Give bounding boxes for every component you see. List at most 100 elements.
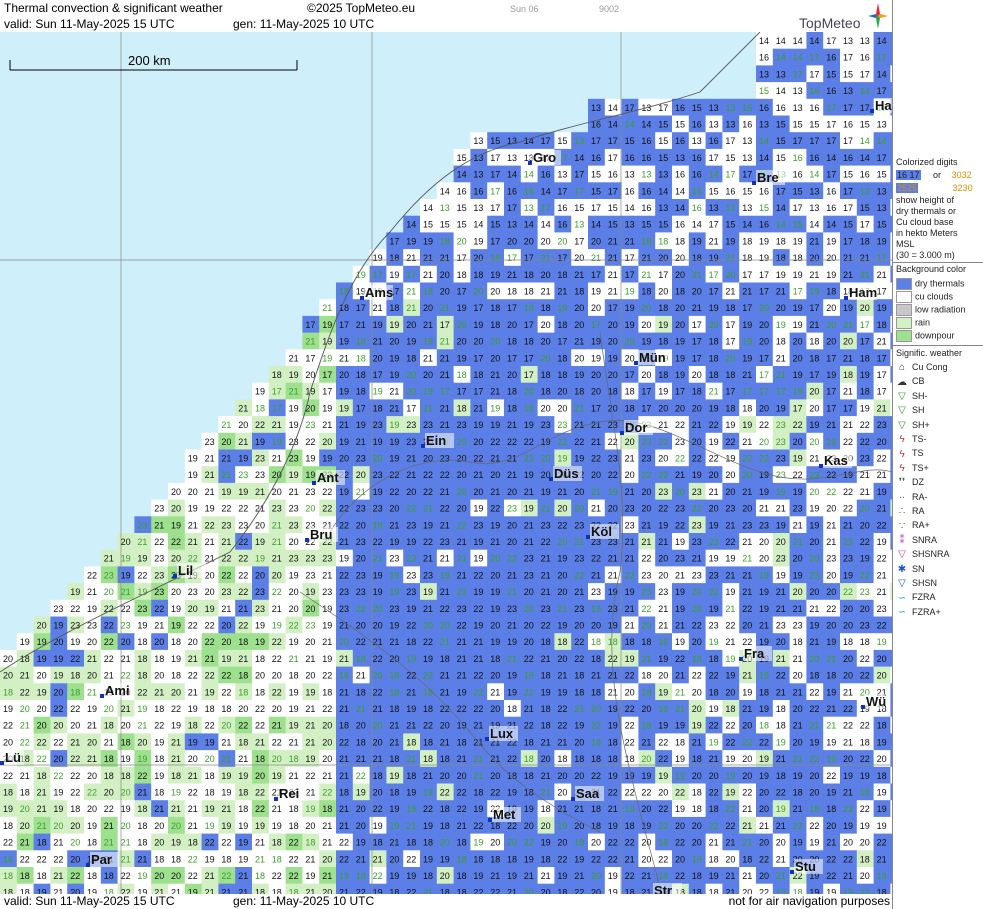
svg-text:20: 20: [339, 370, 349, 380]
svg-text:22: 22: [709, 821, 719, 831]
svg-text:18: 18: [490, 654, 500, 664]
svg-text:19: 19: [389, 621, 399, 631]
svg-text:18: 18: [3, 871, 13, 881]
svg-text:17: 17: [524, 370, 534, 380]
svg-text:19: 19: [725, 754, 735, 764]
svg-text:20: 20: [809, 437, 819, 447]
svg-text:20: 20: [658, 570, 668, 580]
legend-wx-item: ❜❜ DZ: [896, 477, 924, 489]
svg-text:18: 18: [3, 821, 13, 831]
svg-text:21: 21: [507, 470, 517, 480]
weather-map[interactable]: 1414141417131314141614141716171617141313…: [0, 32, 892, 894]
svg-text:20: 20: [457, 771, 467, 781]
svg-text:21: 21: [272, 721, 282, 731]
svg-text:19: 19: [322, 621, 332, 631]
svg-text:22: 22: [221, 504, 231, 514]
svg-text:23: 23: [389, 554, 399, 564]
svg-text:19: 19: [759, 487, 769, 497]
svg-text:21: 21: [725, 871, 735, 881]
svg-text:21: 21: [725, 570, 735, 580]
svg-text:21: 21: [608, 253, 618, 263]
svg-text:19: 19: [356, 788, 366, 798]
svg-text:15: 15: [725, 220, 735, 230]
svg-text:14: 14: [826, 153, 836, 163]
svg-text:18: 18: [322, 687, 332, 697]
svg-text:19: 19: [272, 437, 282, 447]
svg-text:19: 19: [339, 337, 349, 347]
svg-text:20: 20: [490, 287, 500, 297]
svg-text:22: 22: [843, 854, 853, 864]
svg-text:20: 20: [742, 721, 752, 731]
svg-text:17: 17: [826, 136, 836, 146]
svg-text:22: 22: [809, 687, 819, 697]
svg-text:18: 18: [188, 838, 198, 848]
svg-text:23: 23: [776, 621, 786, 631]
legend-wx-item: ∽ FZRA: [896, 592, 936, 604]
city-bru: Bru: [305, 527, 338, 542]
legend-wx-title: Signific. weather: [896, 348, 963, 358]
svg-text:Par: Par: [91, 852, 112, 867]
svg-text:17: 17: [524, 353, 534, 363]
legend-wx-label: TS+: [912, 462, 929, 473]
svg-text:20: 20: [608, 320, 618, 330]
svg-text:21: 21: [759, 821, 769, 831]
svg-text:18: 18: [591, 654, 601, 664]
svg-text:16: 16: [625, 153, 635, 163]
svg-text:20: 20: [742, 470, 752, 480]
svg-text:22: 22: [625, 671, 635, 681]
svg-text:17: 17: [507, 203, 517, 213]
svg-text:22: 22: [641, 554, 651, 564]
svg-text:20: 20: [557, 537, 567, 547]
svg-text:20: 20: [759, 838, 769, 848]
svg-text:21: 21: [793, 804, 803, 814]
svg-text:14: 14: [776, 53, 786, 63]
svg-text:Str: Str: [654, 883, 672, 894]
svg-text:22: 22: [658, 737, 668, 747]
svg-text:17: 17: [305, 320, 315, 330]
svg-text:21: 21: [557, 604, 567, 614]
svg-text:20: 20: [322, 721, 332, 731]
svg-text:21: 21: [625, 537, 635, 547]
svg-text:20: 20: [725, 353, 735, 363]
svg-text:17: 17: [809, 136, 819, 146]
topmeteo-logo[interactable]: TopMeteo: [796, 3, 888, 31]
svg-text:18: 18: [490, 320, 500, 330]
svg-text:20: 20: [877, 437, 887, 447]
svg-text:20: 20: [154, 838, 164, 848]
svg-text:19: 19: [692, 854, 702, 864]
svg-text:20: 20: [759, 303, 769, 313]
svg-text:20: 20: [574, 253, 584, 263]
svg-text:21: 21: [121, 704, 131, 714]
svg-text:20: 20: [809, 403, 819, 413]
svg-text:19: 19: [725, 671, 735, 681]
svg-text:18: 18: [860, 236, 870, 246]
svg-text:22: 22: [524, 654, 534, 664]
svg-text:15: 15: [591, 186, 601, 196]
svg-text:18: 18: [356, 687, 366, 697]
svg-text:21: 21: [675, 470, 685, 480]
legend-swatch: [896, 291, 912, 303]
svg-text:21: 21: [440, 353, 450, 363]
svg-text:19: 19: [137, 871, 147, 881]
svg-text:20: 20: [843, 604, 853, 614]
svg-text:18: 18: [473, 270, 483, 280]
svg-text:13: 13: [473, 203, 483, 213]
svg-text:22: 22: [205, 637, 215, 647]
svg-text:20: 20: [457, 470, 467, 480]
svg-text:17: 17: [725, 170, 735, 180]
svg-text:21: 21: [843, 737, 853, 747]
svg-text:18: 18: [339, 671, 349, 681]
svg-text:21: 21: [793, 537, 803, 547]
svg-text:17: 17: [709, 270, 719, 280]
svg-text:17: 17: [473, 387, 483, 397]
svg-text:22: 22: [759, 420, 769, 430]
svg-text:21: 21: [826, 537, 836, 547]
svg-text:20: 20: [725, 270, 735, 280]
svg-text:21: 21: [742, 704, 752, 714]
svg-text:18: 18: [541, 804, 551, 814]
svg-text:21: 21: [154, 520, 164, 530]
map-canvas: 1414141417131314141614141716171617141313…: [0, 32, 892, 894]
svg-text:22: 22: [205, 671, 215, 681]
svg-text:22: 22: [272, 871, 282, 881]
svg-text:22: 22: [423, 487, 433, 497]
